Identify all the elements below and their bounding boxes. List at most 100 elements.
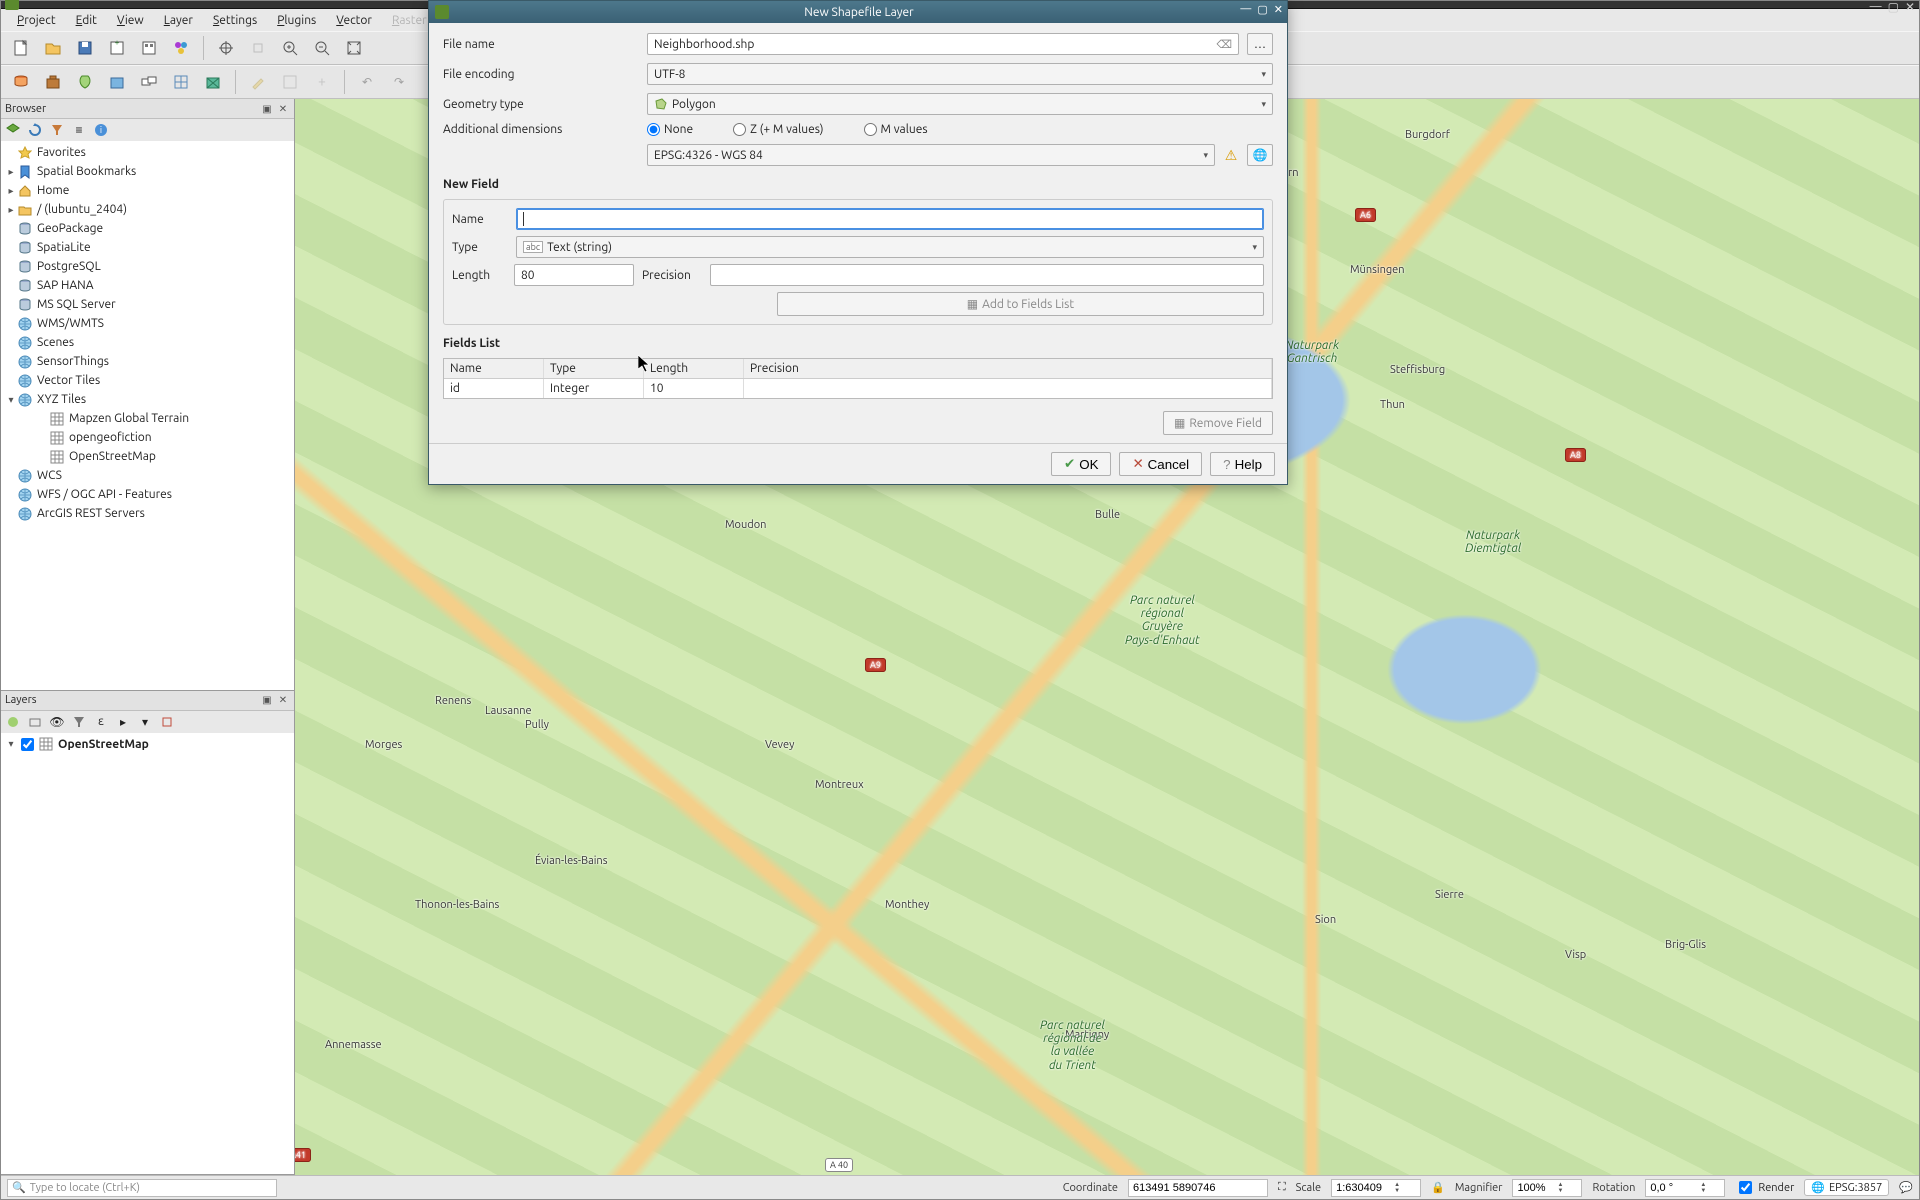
add-layer-icon[interactable]: [5, 122, 21, 138]
field-row[interactable]: idInteger10: [444, 379, 1272, 398]
expand-icon[interactable]: ▾: [5, 738, 17, 750]
expand-icon[interactable]: ▸: [5, 166, 17, 178]
nf-type-combo[interactable]: abc Text (string) ▾: [516, 236, 1264, 258]
rotation-value[interactable]: [1646, 1182, 1700, 1194]
magnifier-spin[interactable]: ▲▼: [1512, 1179, 1582, 1197]
browser-tree[interactable]: Favorites▸Spatial Bookmarks▸Home▸/ (lubu…: [1, 141, 294, 690]
menu-layer[interactable]: Layer: [154, 12, 203, 29]
collapse-icon[interactable]: ≡: [71, 122, 87, 138]
visibility-icon[interactable]: 👁: [49, 714, 65, 730]
expand-icon[interactable]: ▸: [5, 204, 17, 216]
new-print-layout-icon[interactable]: +: [103, 34, 131, 62]
col-type[interactable]: Type: [544, 359, 644, 378]
edit-pencil-icon[interactable]: [244, 68, 272, 96]
nf-length-input[interactable]: 80: [514, 264, 634, 286]
crs-button[interactable]: 🌐 EPSG:3857: [1804, 1179, 1889, 1196]
browser-node[interactable]: OpenStreetMap: [1, 447, 294, 466]
redo-icon[interactable]: ↷: [385, 68, 413, 96]
messages-icon[interactable]: 💬: [1899, 1181, 1913, 1194]
help-button[interactable]: ?Help: [1210, 452, 1275, 476]
browser-node[interactable]: SensorThings: [1, 352, 294, 371]
layer-styling-icon[interactable]: [5, 714, 21, 730]
menu-plugins[interactable]: Plugins: [267, 12, 326, 29]
geometry-type-combo[interactable]: Polygon ▾: [647, 93, 1273, 115]
crs-combo[interactable]: EPSG:4326 - WGS 84 ▾: [647, 144, 1215, 166]
open-project-icon[interactable]: [39, 34, 67, 62]
locator-input[interactable]: 🔍 Type to locate (Ctrl+K): [7, 1179, 277, 1197]
new-shapefile-icon[interactable]: [71, 68, 99, 96]
new-gps-icon[interactable]: [199, 68, 227, 96]
browser-node[interactable]: PostgreSQL: [1, 257, 294, 276]
fields-table[interactable]: Name Type Length Precision idInteger10: [443, 358, 1273, 399]
filter-legend-icon[interactable]: [71, 714, 87, 730]
maximize-icon[interactable]: ▢: [1888, 0, 1899, 14]
dim-none-radio[interactable]: None: [647, 123, 693, 136]
save-edits-icon[interactable]: [276, 68, 304, 96]
expression-icon[interactable]: ε: [93, 714, 109, 730]
close-icon[interactable]: ✕: [1905, 0, 1915, 14]
filter-icon[interactable]: [49, 122, 65, 138]
new-mesh-icon[interactable]: [167, 68, 195, 96]
close-panel-icon[interactable]: ✕: [276, 102, 290, 116]
nf-name-input[interactable]: [516, 208, 1264, 230]
add-feature-icon[interactable]: +: [308, 68, 336, 96]
new-spatialite-icon[interactable]: [103, 68, 131, 96]
browser-node[interactable]: GeoPackage: [1, 219, 294, 238]
menu-view[interactable]: View: [107, 12, 154, 29]
col-length[interactable]: Length: [644, 359, 744, 378]
menu-edit[interactable]: Edit: [66, 12, 107, 29]
browser-node[interactable]: ▸Spatial Bookmarks: [1, 162, 294, 181]
col-name[interactable]: Name: [444, 359, 544, 378]
toggle-extents-icon[interactable]: ⛶: [1278, 1181, 1286, 1194]
cancel-button[interactable]: ✕Cancel: [1119, 452, 1202, 476]
magnifier-value[interactable]: [1513, 1182, 1557, 1194]
file-name-input[interactable]: Neighborhood.shp ⌫: [647, 33, 1239, 55]
collapse-all-icon[interactable]: ▾: [137, 714, 153, 730]
dialog-maximize-icon[interactable]: ▢: [1257, 3, 1267, 16]
properties-icon[interactable]: i: [93, 122, 109, 138]
new-virtual-layer-icon[interactable]: [135, 68, 163, 96]
browser-node[interactable]: Scenes: [1, 333, 294, 352]
add-to-fields-button[interactable]: ▦ Add to Fields List: [777, 292, 1264, 316]
browser-node[interactable]: WMS/WMTS: [1, 314, 294, 333]
dim-z-radio[interactable]: Z (+ M values): [733, 123, 823, 136]
browser-node[interactable]: ▸Home: [1, 181, 294, 200]
undock-icon[interactable]: ▣: [260, 102, 274, 116]
browser-node[interactable]: ▾XYZ Tiles: [1, 390, 294, 409]
dialog-minimize-icon[interactable]: —: [1240, 3, 1251, 16]
remove-layer-icon[interactable]: [159, 714, 175, 730]
dialog-close-icon[interactable]: ✕: [1274, 3, 1283, 16]
zoom-out-icon[interactable]: [308, 34, 336, 62]
data-source-manager-icon[interactable]: [7, 68, 35, 96]
menu-settings[interactable]: Settings: [203, 12, 267, 29]
crs-warning-icon[interactable]: ⚠: [1221, 145, 1241, 165]
coordinate-input[interactable]: [1128, 1179, 1268, 1197]
save-project-icon[interactable]: [71, 34, 99, 62]
col-precision[interactable]: Precision: [744, 359, 1272, 378]
browser-node[interactable]: WCS: [1, 466, 294, 485]
zoom-full-icon[interactable]: [340, 34, 368, 62]
browser-node[interactable]: opengeofiction: [1, 428, 294, 447]
menu-project[interactable]: Project: [7, 12, 66, 29]
crs-select-button[interactable]: 🌐: [1247, 144, 1273, 166]
dialog-titlebar[interactable]: New Shapefile Layer — ▢ ✕: [429, 1, 1287, 23]
remove-field-button[interactable]: ▦ Remove Field: [1163, 411, 1273, 435]
expand-icon[interactable]: ▸: [5, 185, 17, 197]
dim-m-radio[interactable]: M values: [864, 123, 928, 136]
layer-visibility-checkbox[interactable]: [21, 738, 34, 751]
render-check-input[interactable]: [1739, 1181, 1752, 1194]
clear-icon[interactable]: ⌫: [1216, 38, 1232, 51]
scale-combo[interactable]: ▲▼: [1331, 1179, 1421, 1197]
add-group-icon[interactable]: [27, 714, 43, 730]
lock-scale-icon[interactable]: 🔒: [1431, 1181, 1445, 1194]
browser-node[interactable]: Vector Tiles: [1, 371, 294, 390]
undo-icon[interactable]: ↶: [353, 68, 381, 96]
browser-node[interactable]: SpatiaLite: [1, 238, 294, 257]
close-panel-icon[interactable]: ✕: [276, 693, 290, 707]
browser-node[interactable]: Favorites: [1, 143, 294, 162]
refresh-icon[interactable]: [27, 122, 43, 138]
ok-button[interactable]: ✔OK: [1051, 452, 1111, 476]
pan-icon[interactable]: [212, 34, 240, 62]
zoom-in-icon[interactable]: [276, 34, 304, 62]
layer-item[interactable]: ▾OpenStreetMap: [1, 735, 294, 754]
